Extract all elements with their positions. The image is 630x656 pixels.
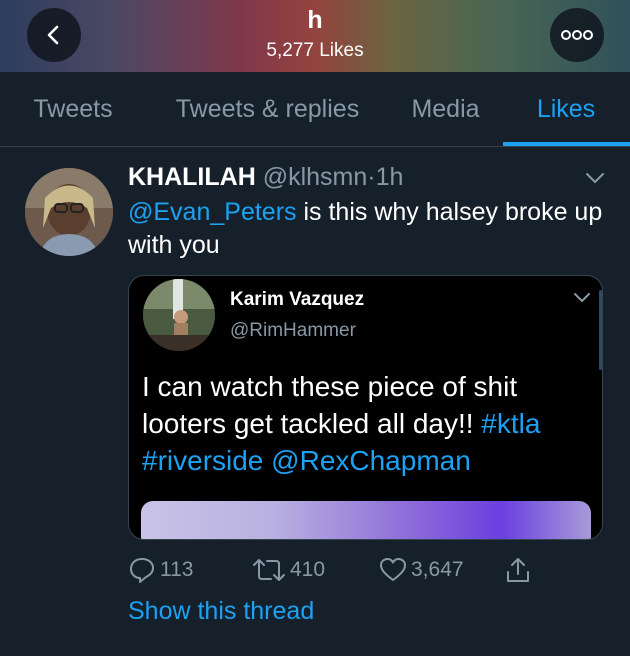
more-horizontal-icon [561, 30, 593, 40]
quoted-author-handle: @RimHammer [230, 320, 356, 341]
quoted-avatar[interactable] [143, 279, 215, 351]
like-count: 3,647 [411, 558, 464, 581]
quoted-media-preview[interactable] [141, 501, 591, 539]
tweet-header: KHALILAH @klhsmn·1h [128, 163, 403, 192]
show-thread-link[interactable]: Show this thread [128, 597, 314, 626]
retweet-icon [253, 559, 285, 581]
likes-count-subtitle: 5,277 Likes [266, 40, 364, 61]
quoted-tweet-card[interactable]: Karim Vazquez @RimHammer I can watch the… [128, 275, 603, 540]
mention-rexchapman[interactable]: @RexChapman [271, 445, 471, 476]
more-options-button[interactable] [550, 8, 604, 62]
heart-icon [380, 558, 406, 581]
share-icon [507, 558, 529, 582]
retweet-button[interactable]: 410 [252, 556, 325, 584]
quoted-tweet-text: I can watch these piece of shit looters … [142, 368, 592, 479]
tweet-time: 1h [375, 163, 404, 191]
tab-tweets-and-replies[interactable]: Tweets & replies [160, 72, 375, 147]
like-button[interactable]: 3,647 [379, 556, 464, 584]
tweet-text: @Evan_Peters is this why halsey broke up… [128, 196, 608, 262]
share-button[interactable] [504, 556, 532, 584]
profile-name-title: h [307, 6, 323, 34]
active-tab-indicator [503, 142, 630, 146]
hashtag-ktla[interactable]: #ktla [481, 408, 540, 439]
scrollbar [599, 290, 602, 370]
author-handle[interactable]: @klhsmn [263, 163, 368, 191]
profile-tabs: Tweets Tweets & replies Media Likes [0, 72, 630, 147]
chevron-down-icon [574, 293, 590, 302]
quoted-body: I can watch these piece of shit looters … [142, 371, 518, 439]
chevron-down-icon[interactable] [584, 170, 606, 186]
reply-icon [130, 558, 154, 583]
quoted-author-name: Karim Vazquez [230, 289, 365, 310]
reply-button[interactable]: 113 [128, 556, 193, 584]
hashtag-riverside[interactable]: #riverside [142, 445, 263, 476]
tab-tweets[interactable]: Tweets [18, 72, 128, 147]
tab-media[interactable]: Media [398, 72, 493, 147]
tab-likes[interactable]: Likes [520, 72, 612, 147]
retweet-count: 410 [290, 558, 326, 581]
mention-link[interactable]: @Evan_Peters [128, 198, 297, 226]
avatar[interactable] [25, 168, 113, 256]
author-name[interactable]: KHALILAH [128, 163, 256, 191]
time-separator: · [367, 163, 376, 191]
reply-count: 113 [160, 558, 194, 581]
